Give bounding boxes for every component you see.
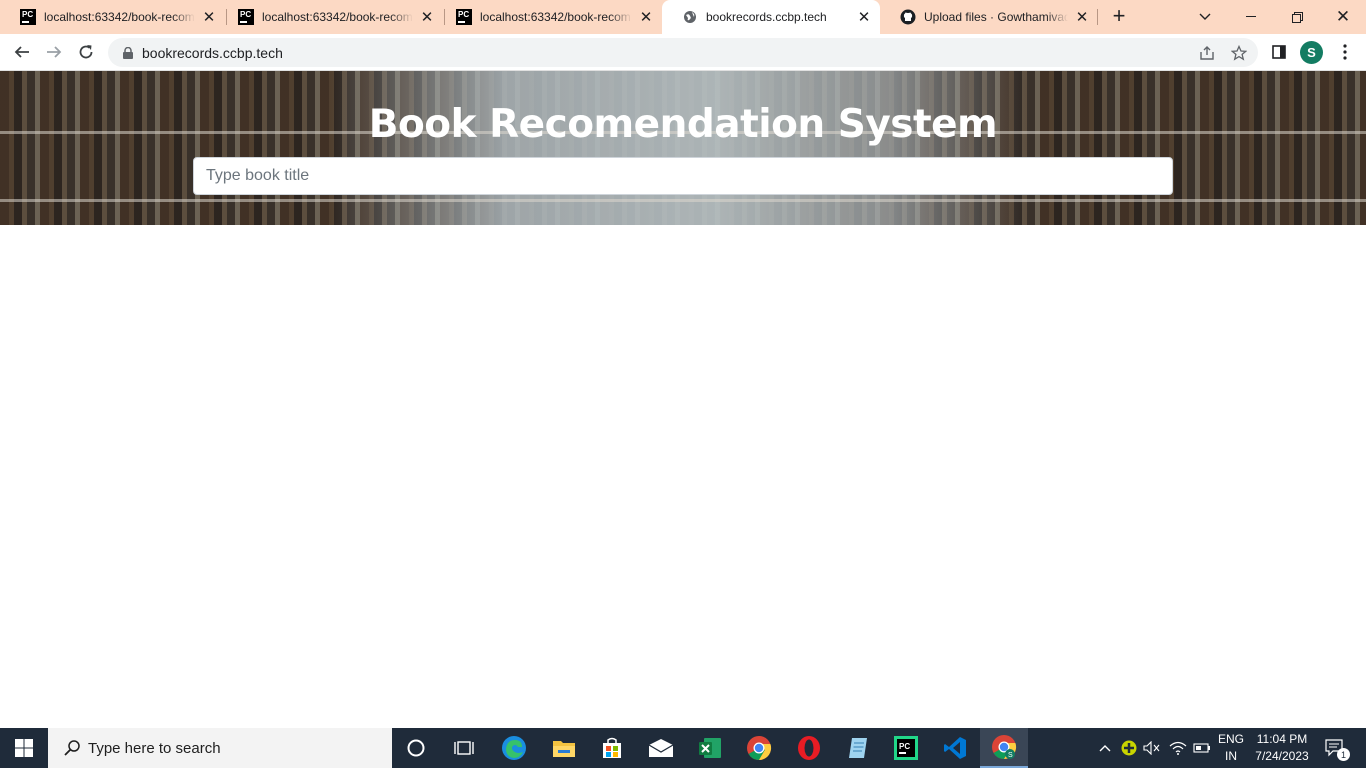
book-title-search-input[interactable] (193, 157, 1173, 195)
start-button[interactable] (0, 728, 48, 768)
tray-app-icon[interactable] (1119, 728, 1139, 768)
battery-icon[interactable] (1191, 728, 1213, 768)
profile-avatar[interactable]: S (1300, 41, 1323, 64)
close-icon[interactable]: ✕ (856, 9, 872, 26)
reload-button[interactable] (72, 38, 100, 66)
volume-muted-icon[interactable] (1142, 728, 1162, 768)
chevron-down-icon (1199, 13, 1211, 20)
excel-icon[interactable] (686, 728, 734, 768)
arrow-right-icon (47, 46, 62, 58)
star-icon (1231, 44, 1247, 61)
task-view-icon[interactable] (440, 728, 488, 768)
tab-title: Upload files · Gowthamivadd (924, 10, 1068, 24)
restore-button[interactable] (1274, 0, 1320, 34)
pycharm-icon: PC (238, 9, 254, 25)
mail-icon[interactable] (637, 728, 685, 768)
share-icon (1200, 45, 1214, 60)
store-icon[interactable] (588, 728, 636, 768)
new-tab-button[interactable]: + (1108, 5, 1130, 28)
chrome-profile-icon[interactable]: S (980, 728, 1028, 768)
chrome-icon[interactable] (735, 728, 783, 768)
region-code: IN (1225, 749, 1237, 763)
url-text: bookrecords.ccbp.tech (142, 44, 283, 61)
clock-time: 11:04 PM (1256, 732, 1308, 746)
edge-icon[interactable] (490, 728, 538, 768)
reload-icon (79, 45, 93, 59)
tab-separator (1097, 9, 1098, 25)
tab-strip: PC localhost:63342/book-recom ✕ PC local… (0, 0, 1366, 34)
language-indicator[interactable]: ENG IN (1216, 731, 1246, 765)
taskbar-search-placeholder: Type here to search (88, 739, 221, 757)
arrow-left-icon (14, 46, 29, 58)
windows-icon (15, 739, 33, 757)
shelf-decoration (0, 199, 1366, 202)
pycharm-icon: PC (20, 9, 36, 25)
tab-title: localhost:63342/book-recom (480, 10, 631, 24)
menu-button[interactable] (1331, 38, 1359, 66)
vscode-icon[interactable] (931, 728, 979, 768)
results-area (0, 225, 1366, 728)
side-panel-icon (1272, 45, 1286, 59)
back-button[interactable] (8, 38, 36, 66)
wifi-icon[interactable] (1167, 728, 1189, 768)
tab-title: bookrecords.ccbp.tech (706, 10, 827, 24)
tab-title: localhost:63342/book-recom (262, 10, 413, 24)
close-icon[interactable]: ✕ (419, 9, 435, 26)
taskbar-search-box[interactable]: Type here to search (48, 728, 392, 768)
side-panel-button[interactable] (1265, 38, 1293, 66)
notification-center-button[interactable]: 1 (1320, 728, 1350, 768)
clock-date: 7/24/2023 (1255, 749, 1309, 763)
page-title: Book Recomendation System (368, 102, 998, 147)
hero-banner: Book Recomendation System (0, 71, 1366, 225)
github-icon (900, 9, 916, 25)
language-code: ENG (1217, 732, 1244, 746)
pycharm-icon[interactable]: PC (882, 728, 930, 768)
restore-icon (1291, 11, 1303, 23)
system-clock[interactable]: 11:04 PM 7/24/2023 (1252, 731, 1312, 765)
browser-tab-1[interactable]: PC localhost:63342/book-recom ✕ (0, 0, 225, 34)
notification-count-badge: 1 (1337, 748, 1350, 761)
cortana-icon[interactable] (392, 728, 440, 768)
search-icon (62, 738, 82, 758)
globe-icon (682, 9, 698, 25)
file-explorer-icon[interactable] (540, 728, 588, 768)
browser-tab-5[interactable]: Upload files · Gowthamivadd ✕ (880, 0, 1098, 34)
close-icon[interactable]: ✕ (201, 9, 217, 26)
more-vertical-icon (1343, 44, 1347, 60)
forward-button[interactable] (40, 38, 68, 66)
address-bar[interactable]: bookrecords.ccbp.tech (108, 38, 1258, 67)
pycharm-icon: PC (456, 9, 472, 25)
share-button[interactable] (1193, 38, 1221, 67)
browser-toolbar: bookrecords.ccbp.tech S (0, 34, 1366, 71)
svg-text:S: S (1008, 752, 1013, 759)
close-icon[interactable]: ✕ (1074, 9, 1090, 26)
windows-taskbar: Type here to search PC S ENG IN 11:04 PM… (0, 728, 1366, 768)
lock-icon (122, 46, 134, 60)
chevron-up-icon[interactable] (1096, 728, 1114, 768)
tab-title: localhost:63342/book-recom (44, 10, 195, 24)
browser-tab-2[interactable]: PC localhost:63342/book-recom ✕ (218, 0, 443, 34)
browser-tab-active[interactable]: bookrecords.ccbp.tech ✕ (662, 0, 880, 34)
close-icon[interactable]: ✕ (638, 9, 654, 26)
opera-icon[interactable] (785, 728, 833, 768)
minimize-button[interactable] (1228, 0, 1274, 34)
close-window-button[interactable]: ✕ (1320, 0, 1366, 34)
minimize-icon (1246, 16, 1256, 17)
tab-search-button[interactable] (1182, 0, 1228, 34)
browser-tab-3[interactable]: PC localhost:63342/book-recom ✕ (436, 0, 662, 34)
svg-text:PC: PC (899, 742, 910, 751)
bookmark-button[interactable] (1225, 38, 1253, 67)
notepad-icon[interactable] (834, 728, 882, 768)
